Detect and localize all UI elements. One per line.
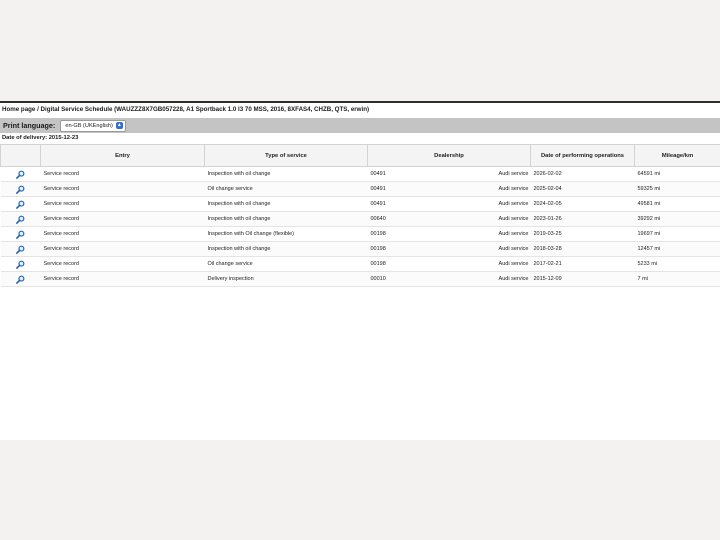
magnifier-icon[interactable]: [1, 260, 41, 269]
mileage-cell: 12457 mi: [634, 241, 720, 257]
column-header-entry[interactable]: Entry: [40, 144, 205, 167]
table-row[interactable]: Service record Delivery inspection 00010 Au…: [0, 271, 720, 287]
print-language-select[interactable]: en-GB (UKEnglish) ▲︎: [60, 119, 126, 132]
entry-cell: Service record: [40, 226, 205, 242]
column-header-date[interactable]: Date of performing operations: [530, 144, 635, 167]
service-type-cell: Inspection with oil change: [204, 196, 368, 212]
mileage-cell: 19697 mi: [634, 226, 720, 242]
entry-cell: Service record: [40, 181, 205, 197]
mileage-cell: 59325 mi: [634, 181, 720, 197]
delivery-date: Date of delivery: 2015-12-23: [2, 135, 79, 141]
service-schedule-page: Home page / Digital Service Schedule (WA…: [0, 101, 720, 440]
entry-cell: Service record: [40, 271, 205, 287]
column-header-mileage[interactable]: Mileage/km: [634, 144, 720, 167]
view-record-cell[interactable]: [0, 256, 41, 272]
table-header-row: Entry Type of service Dealership Date of…: [0, 144, 720, 167]
dealership-cell: 00491 Audi service: [367, 181, 531, 197]
print-language-bar: Print language: en-GB (UKEnglish) ▲︎: [0, 118, 720, 133]
breadcrumb-home-link[interactable]: Home page: [2, 106, 35, 113]
date-cell: 2024-02-05: [530, 196, 635, 212]
magnifier-icon[interactable]: [1, 245, 41, 254]
date-cell: 2019-03-25: [530, 226, 635, 242]
column-header-dealership[interactable]: Dealership: [367, 144, 531, 167]
date-cell: 2018-03-28: [530, 241, 635, 257]
date-cell: 2015-12-09: [530, 271, 635, 287]
dealer-name: Audi service: [498, 246, 529, 252]
date-cell: 2026-02-02: [530, 166, 635, 182]
entry-cell: Service record: [40, 256, 205, 272]
dealer-name: Audi service: [498, 231, 529, 237]
dealer-name: Audi service: [498, 261, 529, 267]
dealer-name: Audi service: [498, 186, 529, 192]
print-language-label: Print language:: [3, 121, 56, 130]
magnifier-icon[interactable]: [1, 200, 41, 209]
dealer-code: 00491: [370, 171, 386, 177]
magnifier-icon[interactable]: [1, 185, 41, 194]
view-record-cell[interactable]: [0, 166, 41, 182]
dealer-name: Audi service: [498, 216, 529, 222]
dealer-name: Audi service: [498, 201, 529, 207]
magnifier-icon[interactable]: [1, 170, 41, 179]
entry-cell: Service record: [40, 211, 205, 227]
dealership-cell: 00198 Audi service: [367, 256, 531, 272]
service-type-cell: Inspection with oil change: [204, 211, 368, 227]
mileage-cell: 64591 mi: [634, 166, 720, 182]
service-type-cell: Inspection with oil change: [204, 241, 368, 257]
date-cell: 2025-02-04: [530, 181, 635, 197]
dealership-cell: 00491 Audi service: [367, 166, 531, 182]
service-type-cell: Delivery inspection: [204, 271, 368, 287]
view-record-cell[interactable]: [0, 271, 41, 287]
column-header-icon: [0, 144, 41, 167]
date-cell: 2023-01-26: [530, 211, 635, 227]
service-type-cell: Oil change service: [204, 181, 368, 197]
dealer-code: 00198: [370, 246, 386, 252]
table-row[interactable]: Service record Inspection with oil change…: [0, 241, 720, 257]
view-record-cell[interactable]: [0, 226, 41, 242]
dealer-code: 00198: [370, 231, 386, 237]
table-row[interactable]: Service record Oil change service 00491 Aud…: [0, 181, 720, 197]
date-cell: 2017-02-21: [530, 256, 635, 272]
table-row[interactable]: Service record Inspection with oil change…: [0, 166, 720, 182]
mileage-cell: 7 mi: [634, 271, 720, 287]
entry-cell: Service record: [40, 166, 205, 182]
view-record-cell[interactable]: [0, 211, 41, 227]
mileage-cell: 5233 mi: [634, 256, 720, 272]
table-row[interactable]: Service record Inspection with oil change…: [0, 211, 720, 227]
dealer-code: 00640: [370, 216, 386, 222]
dealer-name: Audi service: [498, 171, 529, 177]
dealership-cell: 00491 Audi service: [367, 196, 531, 212]
dealer-code: 00010: [370, 276, 386, 282]
table-row[interactable]: Service record Inspection with Oil change…: [0, 226, 720, 242]
table-row[interactable]: Service record Oil change service 00198 Aud…: [0, 256, 720, 272]
dealer-code: 00491: [370, 186, 386, 192]
magnifier-icon[interactable]: [1, 230, 41, 239]
dealer-name: Audi service: [498, 276, 529, 282]
dealership-cell: 00198 Audi service: [367, 226, 531, 242]
table-row[interactable]: Service record Inspection with oil change…: [0, 196, 720, 212]
dealer-code: 00198: [370, 261, 386, 267]
service-records-table: Entry Type of service Dealership Date of…: [0, 144, 720, 287]
dealership-cell: 00640 Audi service: [367, 211, 531, 227]
dealership-cell: 00198 Audi service: [367, 241, 531, 257]
service-type-cell: Oil change service: [204, 256, 368, 272]
breadcrumb-current: Digital Service Schedule (WAUZZZ8X7GB057…: [40, 106, 370, 113]
view-record-cell[interactable]: [0, 181, 41, 197]
mileage-cell: 39292 mi: [634, 211, 720, 227]
view-record-cell[interactable]: [0, 241, 41, 257]
mileage-cell: 49581 mi: [634, 196, 720, 212]
entry-cell: Service record: [40, 196, 205, 212]
breadcrumb: Home page / Digital Service Schedule (WA…: [0, 103, 720, 117]
magnifier-icon[interactable]: [1, 275, 41, 284]
dealership-cell: 00010 Audi service: [367, 271, 531, 287]
column-header-type[interactable]: Type of service: [204, 144, 368, 167]
magnifier-icon[interactable]: [1, 215, 41, 224]
service-type-cell: Inspection with Oil change (flexible): [204, 226, 368, 242]
view-record-cell[interactable]: [0, 196, 41, 212]
print-language-value: en-GB (UKEnglish): [65, 122, 113, 129]
dealer-code: 00491: [370, 201, 386, 207]
select-arrow-icon: ▲︎: [115, 122, 123, 129]
entry-cell: Service record: [40, 241, 205, 257]
service-type-cell: Inspection with oil change: [204, 166, 368, 182]
